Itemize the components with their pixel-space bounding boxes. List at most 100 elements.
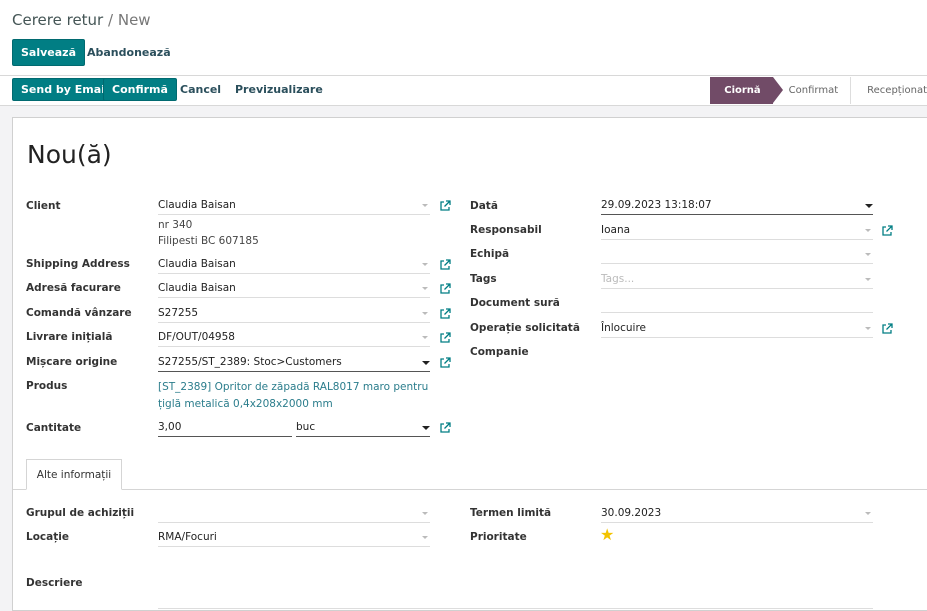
- source-document-input[interactable]: [601, 296, 873, 313]
- shipping-address-field[interactable]: Claudia Baisan: [158, 257, 430, 274]
- stage-received[interactable]: Recepționat: [851, 77, 927, 104]
- company-label: Companie: [470, 346, 529, 358]
- statusbar: Send by Email Confirmă Cancel Previzuali…: [0, 76, 927, 106]
- external-link-icon[interactable]: [439, 332, 451, 344]
- stage-pipeline: Ciornă Confirmat Recepționat: [710, 77, 927, 105]
- procurement-group-label: Grupul de achiziții: [26, 507, 135, 519]
- chevron-down-icon: [422, 204, 428, 207]
- chevron-down-icon: [422, 312, 428, 315]
- uom-value: buc: [296, 421, 316, 433]
- product-line-2: țiglă metalică 0,4x208x2000 mm: [158, 398, 333, 410]
- send-by-email-button[interactable]: Send by Email: [12, 78, 118, 101]
- tab-other-info[interactable]: Alte informații: [26, 459, 122, 490]
- client-label: Client: [26, 200, 61, 212]
- stage-draft[interactable]: Ciornă: [710, 77, 784, 104]
- requested-operation-field[interactable]: Înlocuire: [601, 321, 873, 338]
- chevron-down-icon: [865, 512, 871, 515]
- deadline-value: 30.09.2023: [601, 507, 662, 519]
- chevron-down-icon: [865, 229, 871, 232]
- origin-move-value: S27255/ST_2389: Stoc>Customers: [158, 356, 342, 368]
- preview-button[interactable]: Previzualizare: [227, 78, 331, 101]
- product-label: Produs: [26, 380, 68, 392]
- external-link-icon[interactable]: [881, 225, 893, 237]
- team-label: Echipă: [470, 248, 510, 260]
- client-value: Claudia Baisan: [158, 199, 236, 211]
- save-button[interactable]: Salvează: [12, 39, 85, 66]
- origin-move-field[interactable]: S27255/ST_2389: Stoc>Customers: [158, 355, 430, 372]
- requested-operation-value: Înlocuire: [601, 322, 646, 334]
- responsible-label: Responsabil: [470, 224, 542, 236]
- quantity-value: 3,00: [158, 421, 182, 433]
- description-input[interactable]: [158, 592, 873, 609]
- discard-button[interactable]: Abandonează: [79, 39, 179, 66]
- sale-order-value: S27255: [158, 307, 199, 319]
- client-field[interactable]: Claudia Baisan: [158, 198, 430, 215]
- stage-confirmed[interactable]: Confirmat: [773, 77, 852, 104]
- sale-order-label: Comandă vânzare: [26, 307, 132, 319]
- chevron-down-icon: [422, 336, 428, 339]
- uom-select[interactable]: buc: [296, 420, 430, 437]
- tags-field[interactable]: Tags...: [601, 272, 873, 289]
- tags-label: Tags: [470, 273, 497, 285]
- responsible-value: Ioana: [601, 224, 631, 236]
- address-line-2: Filipesti BC 607185: [158, 235, 259, 247]
- chevron-down-icon: [865, 253, 871, 256]
- invoice-address-value: Claudia Baisan: [158, 282, 236, 294]
- record-title: Nou(ă): [27, 140, 112, 169]
- origin-move-label: Mișcare origine: [26, 356, 118, 368]
- sale-order-field[interactable]: S27255: [158, 306, 430, 323]
- chevron-down-icon: [422, 361, 430, 365]
- chevron-down-icon: [422, 512, 428, 515]
- date-value: 29.09.2023 13:18:07: [601, 199, 712, 211]
- notebook-divider: [13, 489, 927, 490]
- requested-operation-label: Operație solicitată: [470, 322, 580, 334]
- date-field[interactable]: 29.09.2023 13:18:07: [601, 198, 873, 215]
- shipping-address-label: Shipping Address: [26, 258, 130, 270]
- chevron-down-icon: [422, 426, 430, 430]
- breadcrumb-current: New: [117, 11, 151, 29]
- product-link[interactable]: [ST_2389] Opritor de zăpadă RAL8017 maro…: [158, 379, 428, 413]
- responsible-field[interactable]: Ioana: [601, 223, 873, 240]
- external-link-icon[interactable]: [439, 357, 451, 369]
- invoice-address-label: Adresă facurare: [26, 282, 121, 294]
- address-line-1: nr 340: [158, 219, 193, 231]
- chevron-down-icon: [865, 278, 871, 281]
- chevron-down-icon: [865, 204, 873, 208]
- external-link-icon[interactable]: [439, 200, 451, 212]
- date-label: Dată: [470, 200, 498, 212]
- star-icon[interactable]: ★: [600, 525, 614, 544]
- breadcrumb-separator: /: [108, 11, 114, 29]
- initial-delivery-field[interactable]: DF/OUT/04958: [158, 330, 430, 347]
- deadline-field[interactable]: 30.09.2023: [601, 506, 873, 523]
- initial-delivery-label: Livrare inițială: [26, 331, 113, 343]
- deadline-label: Termen limită: [470, 507, 552, 519]
- quantity-input[interactable]: 3,00: [158, 420, 292, 437]
- invoice-address-field[interactable]: Claudia Baisan: [158, 281, 430, 298]
- client-address: nr 340 Filipesti BC 607185: [158, 217, 259, 249]
- initial-delivery-value: DF/OUT/04958: [158, 331, 235, 343]
- location-value: RMA/Focuri: [158, 531, 217, 543]
- source-document-label: Document sură: [470, 297, 560, 309]
- chevron-down-icon: [422, 287, 428, 290]
- shipping-address-value: Claudia Baisan: [158, 258, 236, 270]
- external-link-icon[interactable]: [439, 308, 451, 320]
- location-label: Locație: [26, 531, 69, 543]
- control-panel: Cerere retur / New Salvează Abandonează: [0, 0, 927, 76]
- external-link-icon[interactable]: [439, 422, 451, 434]
- priority-label: Prioritate: [470, 531, 527, 543]
- product-line-1: [ST_2389] Opritor de zăpadă RAL8017 maro…: [158, 381, 429, 393]
- cancel-button[interactable]: Cancel: [172, 78, 229, 101]
- external-link-icon[interactable]: [439, 283, 451, 295]
- quantity-label: Cantitate: [26, 422, 82, 434]
- procurement-group-field[interactable]: [158, 506, 430, 523]
- team-field[interactable]: [601, 247, 873, 264]
- chevron-down-icon: [865, 327, 871, 330]
- tags-placeholder: Tags...: [601, 273, 635, 285]
- external-link-icon[interactable]: [439, 259, 451, 271]
- chevron-down-icon: [422, 263, 428, 266]
- location-field[interactable]: RMA/Focuri: [158, 530, 430, 547]
- external-link-icon[interactable]: [881, 323, 893, 335]
- description-label: Descriere: [26, 577, 83, 589]
- breadcrumb-parent[interactable]: Cerere retur: [12, 11, 103, 29]
- confirm-button[interactable]: Confirmă: [103, 78, 177, 101]
